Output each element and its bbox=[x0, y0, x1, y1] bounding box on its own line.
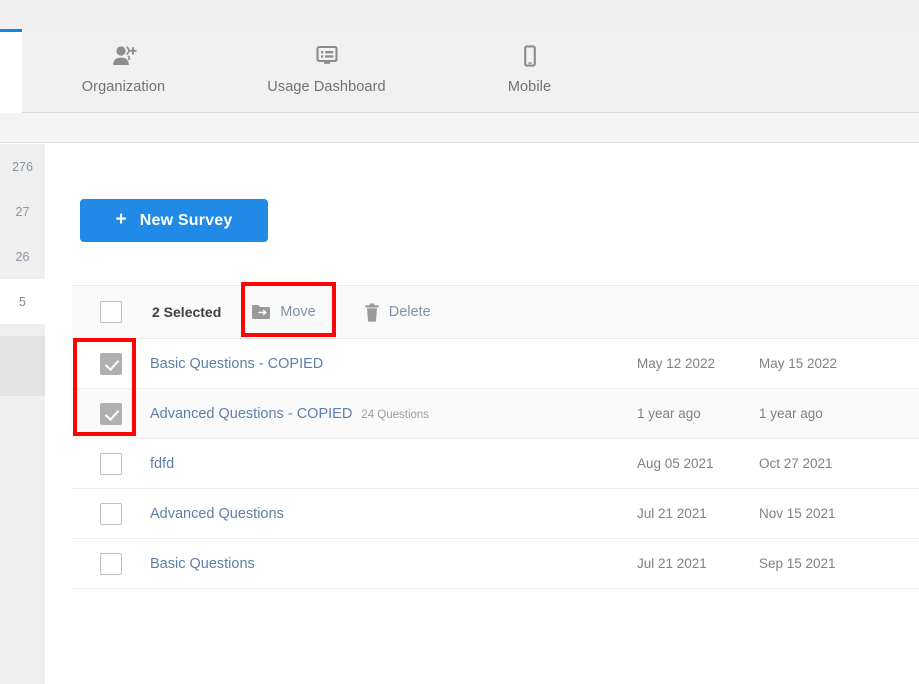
sidebar-item-count-276[interactable]: 276 bbox=[0, 144, 45, 189]
move-label: Move bbox=[280, 304, 316, 320]
sidebar-count-label: 26 bbox=[15, 249, 30, 264]
select-all-checkbox[interactable] bbox=[100, 301, 122, 323]
active-tab-indicator[interactable] bbox=[0, 29, 22, 113]
row-subtitle: 24 Questions bbox=[361, 408, 430, 421]
row-modified-date: May 15 2022 bbox=[759, 356, 838, 371]
row-checkbox[interactable] bbox=[100, 552, 122, 575]
new-survey-button[interactable]: + New Survey bbox=[80, 199, 268, 242]
sidebar-highlighted-block[interactable] bbox=[0, 336, 45, 396]
row-modified-date: Oct 27 2021 bbox=[759, 456, 833, 471]
row-modified-date: Sep 15 2021 bbox=[759, 556, 836, 571]
top-strip bbox=[0, 0, 919, 29]
trash-icon bbox=[364, 303, 380, 322]
table-row[interactable]: Basic Questions Jul 21 2021 Sep 15 2021 bbox=[72, 539, 919, 589]
delete-label: Delete bbox=[388, 304, 431, 320]
table-row[interactable]: Advanced Questions - COPIED 24 Questions… bbox=[72, 389, 919, 439]
sidebar-count-label: 5 bbox=[19, 294, 26, 309]
nav-label-organization: Organization bbox=[81, 79, 166, 95]
row-checkbox[interactable] bbox=[100, 352, 122, 375]
row-checkbox[interactable] bbox=[100, 502, 122, 525]
nav-item-mobile[interactable]: Mobile bbox=[428, 29, 631, 113]
row-checkbox-cell bbox=[72, 552, 150, 575]
row-checkbox-cell bbox=[72, 402, 150, 425]
row-title[interactable]: Basic Questions - COPIED bbox=[150, 356, 323, 372]
plus-icon: + bbox=[115, 209, 127, 230]
row-modified-date: 1 year ago bbox=[759, 406, 823, 421]
nav-label-mobile: Mobile bbox=[507, 79, 552, 95]
nav-underlay-strip bbox=[0, 113, 919, 143]
row-created-date: Jul 21 2021 bbox=[637, 506, 707, 521]
table-toolbar: 2 Selected Move Delete bbox=[72, 285, 919, 339]
select-all-cell bbox=[72, 301, 150, 323]
row-title[interactable]: Advanced Questions bbox=[150, 506, 284, 522]
sidebar-tail bbox=[0, 396, 45, 684]
nav-label-usage-dashboard: Usage Dashboard bbox=[267, 79, 386, 95]
row-title[interactable]: Basic Questions bbox=[150, 556, 255, 572]
row-name-cell: fdfd bbox=[150, 456, 637, 472]
row-checkbox-cell bbox=[72, 502, 150, 525]
mobile-phone-icon bbox=[517, 41, 543, 71]
main-content: + New Survey 2 Selected Move Delete Basi… bbox=[45, 144, 919, 684]
row-created-date: Aug 05 2021 bbox=[637, 456, 714, 471]
sidebar-item-count-26[interactable]: 26 bbox=[0, 234, 45, 279]
row-title[interactable]: Advanced Questions - COPIED bbox=[150, 406, 352, 422]
row-name-cell: Basic Questions bbox=[150, 556, 637, 572]
selected-count-label: 2 Selected bbox=[152, 304, 222, 320]
row-name-cell: Advanced Questions bbox=[150, 506, 637, 522]
row-created-date: Jul 21 2021 bbox=[637, 556, 707, 571]
table-row[interactable]: fdfd Aug 05 2021 Oct 27 2021 bbox=[72, 439, 919, 489]
dashboard-monitor-icon bbox=[314, 41, 340, 71]
nav-items-container: Organization Usage Dashboard Mobile bbox=[22, 29, 631, 113]
survey-table: 2 Selected Move Delete Basic Questions -… bbox=[72, 285, 919, 589]
nav-item-usage-dashboard[interactable]: Usage Dashboard bbox=[225, 29, 428, 113]
move-button[interactable]: Move bbox=[251, 303, 316, 321]
row-created-date: May 12 2022 bbox=[637, 356, 716, 371]
sidebar-item-count-5-active[interactable]: 5 bbox=[0, 279, 45, 324]
row-name-cell: Advanced Questions - COPIED 24 Questions bbox=[150, 406, 637, 422]
row-modified-date: Nov 15 2021 bbox=[759, 506, 836, 521]
row-checkbox-cell bbox=[72, 452, 150, 475]
row-checkbox[interactable] bbox=[100, 452, 122, 475]
nav-item-organization[interactable]: Organization bbox=[22, 29, 225, 113]
left-sidebar: 276 27 26 5 bbox=[0, 144, 45, 684]
row-checkbox[interactable] bbox=[100, 402, 122, 425]
sidebar-item-count-27[interactable]: 27 bbox=[0, 189, 45, 234]
top-navigation-bar: Organization Usage Dashboard Mobile bbox=[0, 29, 919, 113]
new-survey-label: New Survey bbox=[139, 211, 233, 229]
sidebar-count-label: 27 bbox=[15, 204, 30, 219]
sidebar-spacer bbox=[0, 324, 45, 336]
row-checkbox-cell bbox=[72, 352, 150, 375]
table-row[interactable]: Basic Questions - COPIED May 12 2022 May… bbox=[72, 339, 919, 389]
delete-button[interactable]: Delete bbox=[364, 303, 431, 322]
folder-move-icon bbox=[251, 303, 271, 321]
user-plus-icon bbox=[111, 41, 137, 71]
row-title[interactable]: fdfd bbox=[150, 456, 174, 472]
app-root: Organization Usage Dashboard Mobile 276 … bbox=[0, 0, 919, 684]
row-name-cell: Basic Questions - COPIED bbox=[150, 356, 637, 372]
row-created-date: 1 year ago bbox=[637, 406, 701, 421]
table-row[interactable]: Advanced Questions Jul 21 2021 Nov 15 20… bbox=[72, 489, 919, 539]
sidebar-count-label: 276 bbox=[12, 159, 33, 174]
